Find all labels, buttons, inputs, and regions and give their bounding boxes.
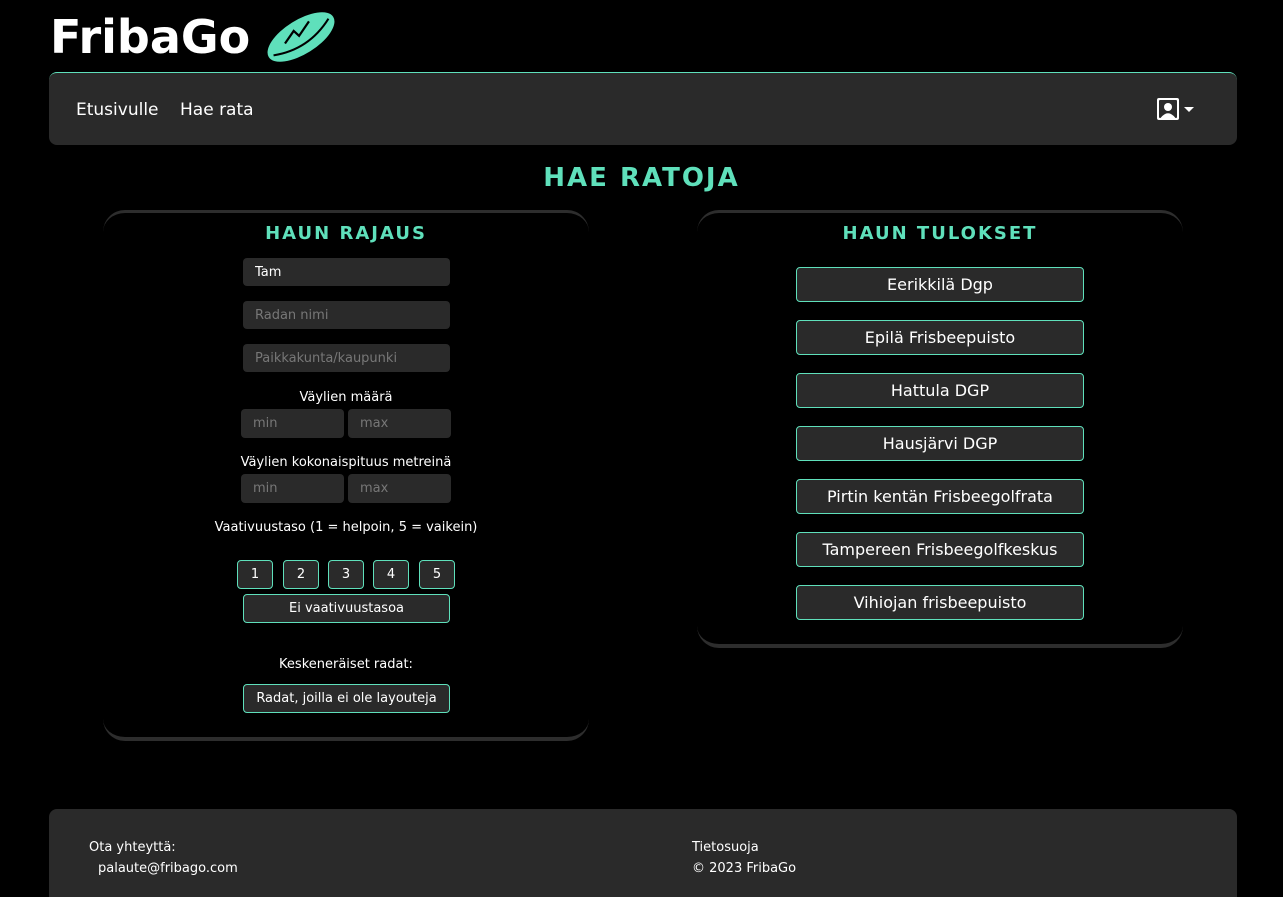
result-course-button[interactable]: Hattula DGP — [796, 373, 1084, 408]
main-navbar: Etusivulle Hae rata — [49, 72, 1237, 145]
total-length-label: Väylien kokonaispituus metreinä — [240, 455, 452, 470]
contact-label: Ota yhteyttä: — [89, 840, 176, 855]
nav-search-link[interactable]: Hae rata — [180, 100, 254, 120]
brand-name: FribaGo — [50, 10, 251, 64]
frisbee-disc-icon — [267, 12, 335, 62]
difficulty-4-button[interactable]: 4 — [373, 560, 409, 589]
caret-down-icon — [1184, 106, 1194, 112]
holes-min-input[interactable] — [241, 409, 344, 438]
no-difficulty-button[interactable]: Ei vaativuustasoa — [243, 594, 450, 623]
page-title: HAE RATOJA — [543, 163, 740, 193]
search-results-panel: HAUN TULOKSET Eerikkilä Dgp Epilä Frisbe… — [697, 210, 1183, 648]
city-input[interactable] — [243, 344, 450, 372]
result-course-button[interactable]: Epilä Frisbeepuisto — [796, 320, 1084, 355]
incomplete-courses-label: Keskeneräiset radat: — [279, 657, 413, 672]
privacy-link[interactable]: Tietosuoja — [692, 840, 759, 855]
difficulty-3-button[interactable]: 3 — [328, 560, 364, 589]
course-name-input[interactable] — [243, 301, 450, 329]
difficulty-5-button[interactable]: 5 — [419, 560, 455, 589]
user-menu-toggle[interactable] — [1156, 97, 1194, 121]
result-course-button[interactable]: Tampereen Frisbeegolfkeskus — [796, 532, 1084, 567]
general-search-input[interactable] — [243, 258, 450, 286]
contact-email-link[interactable]: palaute@fribago.com — [98, 861, 238, 876]
result-course-button[interactable]: Hausjärvi DGP — [796, 426, 1084, 461]
no-layouts-button[interactable]: Radat, joilla ei ole layouteja — [243, 684, 450, 713]
holes-max-input[interactable] — [348, 409, 451, 438]
brand-logo[interactable]: FribaGo — [50, 8, 340, 66]
length-min-input[interactable] — [241, 474, 344, 503]
filters-title: HAUN RAJAUS — [265, 223, 427, 244]
nav-home-link[interactable]: Etusivulle — [76, 100, 159, 120]
user-profile-icon — [1157, 98, 1179, 120]
length-max-input[interactable] — [348, 474, 451, 503]
result-course-button[interactable]: Pirtin kentän Frisbeegolfrata — [796, 479, 1084, 514]
result-course-button[interactable]: Eerikkilä Dgp — [796, 267, 1084, 302]
page-footer: Ota yhteyttä: palaute@fribago.com Tietos… — [49, 809, 1237, 897]
difficulty-1-button[interactable]: 1 — [237, 560, 273, 589]
copyright-text: © 2023 FribaGo — [692, 861, 797, 876]
holes-count-label: Väylien määrä — [299, 390, 393, 405]
difficulty-label: Vaativuustaso (1 = helpoin, 5 = vaikein) — [214, 520, 478, 535]
search-filters-panel: HAUN RAJAUS Väylien määrä Väylien kokona… — [103, 210, 589, 741]
results-title: HAUN TULOKSET — [842, 223, 1038, 244]
result-course-button[interactable]: Vihiojan frisbeepuisto — [796, 585, 1084, 620]
difficulty-2-button[interactable]: 2 — [283, 560, 319, 589]
